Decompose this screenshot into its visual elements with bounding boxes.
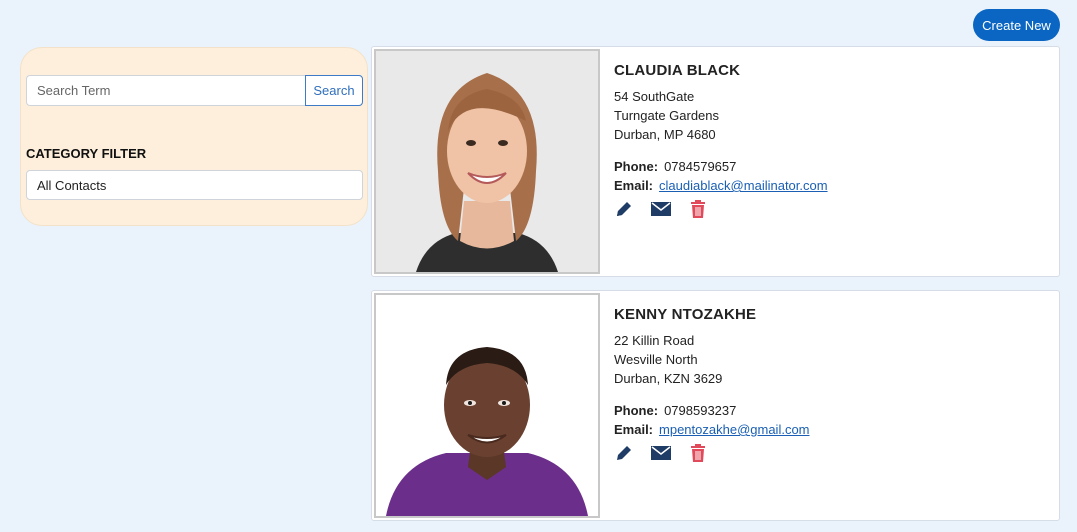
address-line-3: Durban, MP 4680	[614, 127, 716, 142]
contact-name: KENNY NTOZAKHE	[614, 306, 757, 323]
filter-panel: Search Term Search CATEGORY FILTER All C…	[20, 47, 368, 226]
address-line-2: Turngate Gardens	[614, 108, 720, 123]
action-icons	[614, 443, 708, 463]
search-input[interactable]: Search Term	[26, 75, 306, 106]
envelope-icon[interactable]	[651, 443, 671, 463]
trash-icon[interactable]	[688, 199, 708, 219]
email-row: Email: mpentozakhe@gmail.com	[614, 422, 810, 437]
contact-photo	[374, 293, 600, 518]
pencil-icon[interactable]	[614, 443, 634, 463]
email-row: Email: claudiablack@mailinator.com	[614, 178, 828, 193]
address-line-3: Durban, KZN 3629	[614, 371, 723, 386]
contact-photo	[374, 49, 600, 274]
search-button[interactable]: Search	[305, 75, 363, 106]
phone-row: Phone: 0784579657	[614, 159, 736, 174]
contact-card: CLAUDIA BLACK 54 SouthGate Turngate Gard…	[371, 46, 1060, 277]
email-label: Email:	[614, 178, 654, 193]
action-icons	[614, 199, 708, 219]
phone-label: Phone:	[614, 403, 659, 418]
address-line-2: Wesville North	[614, 352, 698, 367]
contact-card: KENNY NTOZAKHE 22 Killin Road Wesville N…	[371, 290, 1060, 521]
email-label: Email:	[614, 422, 654, 437]
trash-icon[interactable]	[688, 443, 708, 463]
contact-name: CLAUDIA BLACK	[614, 62, 741, 79]
email-link[interactable]: claudiablack@mailinator.com	[659, 178, 828, 193]
email-link[interactable]: mpentozakhe@gmail.com	[659, 422, 809, 437]
envelope-icon[interactable]	[651, 199, 671, 219]
category-select[interactable]: All Contacts	[26, 170, 363, 200]
create-new-button[interactable]: Create New	[973, 9, 1060, 41]
address-line-1: 54 SouthGate	[614, 89, 695, 104]
pencil-icon[interactable]	[614, 199, 634, 219]
address-line-1: 22 Killin Road	[614, 333, 695, 348]
phone-label: Phone:	[614, 159, 659, 174]
phone-value: 0784579657	[664, 159, 737, 174]
category-filter-label: CATEGORY FILTER	[26, 146, 147, 161]
phone-value: 0798593237	[664, 403, 737, 418]
phone-row: Phone: 0798593237	[614, 403, 736, 418]
